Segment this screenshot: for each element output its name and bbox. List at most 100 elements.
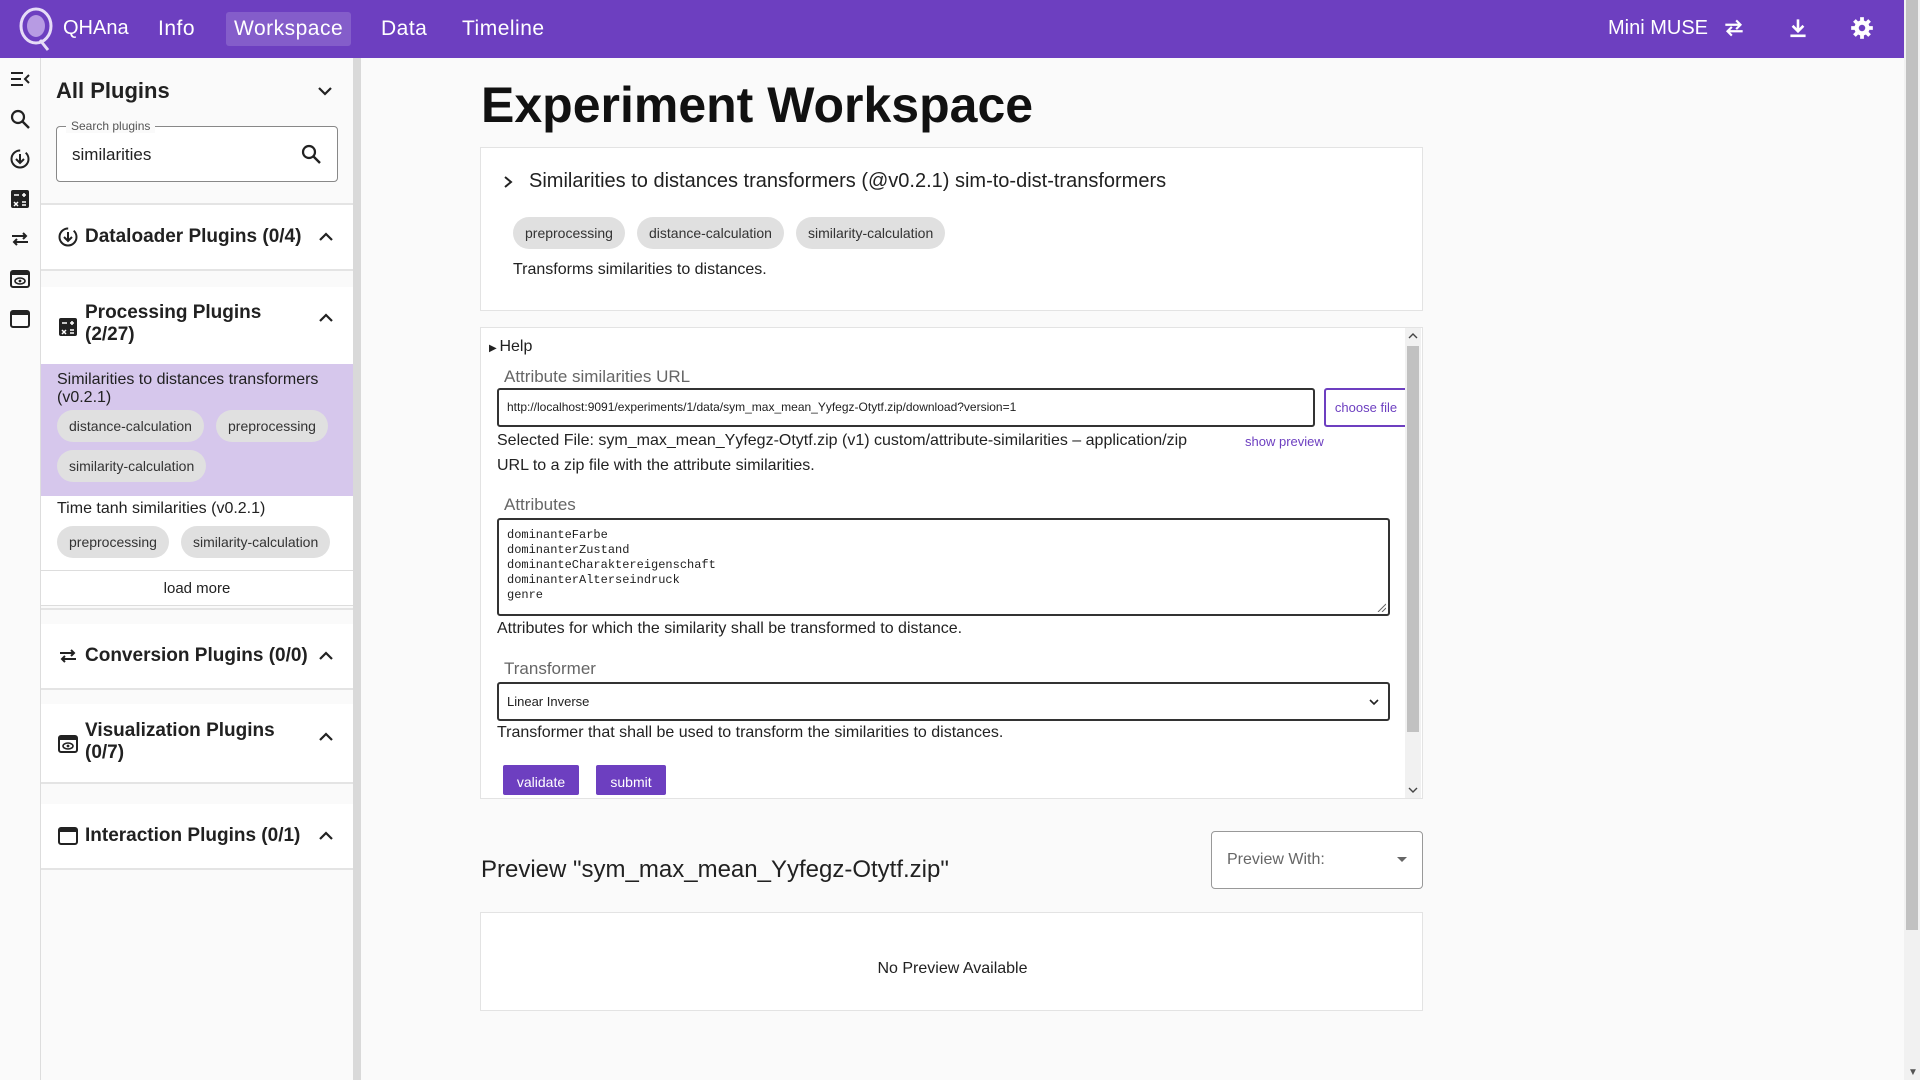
divider — [41, 269, 353, 271]
triangle-right-icon: ▶ — [489, 343, 500, 354]
preview-card: No Preview Available — [480, 912, 1423, 1011]
show-preview-link[interactable]: show preview — [1245, 434, 1324, 449]
tag-chip[interactable]: preprocessing — [513, 217, 625, 249]
preview-select-label: Preview With: — [1227, 851, 1325, 868]
transformer-selected-value: Linear Inverse — [507, 694, 590, 709]
tag-chip[interactable]: similarity-calculation — [181, 526, 331, 558]
dataloader-icon[interactable] — [9, 148, 31, 170]
page-scrollbar-thumb[interactable] — [1906, 0, 1918, 930]
search-field-legend: Search plugins — [66, 119, 156, 133]
plugin-description: Transforms similarities to distances. — [513, 261, 767, 278]
validate-button[interactable]: validate — [503, 765, 579, 795]
plugin-title[interactable]: Similarities to distances transformers (… — [529, 170, 1166, 193]
workspace-name: Mini MUSE — [1608, 17, 1709, 39]
chevron-up-icon[interactable] — [317, 228, 335, 246]
transformer-select[interactable]: Linear Inverse — [497, 682, 1390, 721]
plugin-name: Similarities to distances transformers (… — [57, 371, 319, 406]
sidebar-title: All Plugins — [56, 78, 170, 103]
dataloader-icon — [58, 227, 78, 247]
preview-with-select[interactable]: Preview With: — [1211, 831, 1423, 889]
section-interaction[interactable]: Interaction Plugins (0/1) — [41, 804, 353, 868]
interaction-icon[interactable] — [9, 308, 31, 330]
brand-name[interactable]: QHAna — [63, 17, 129, 40]
textarea-line: dominanteFarbe — [507, 528, 608, 542]
plugin-item-time-tanh[interactable]: Time tanh similarities (v0.2.1) preproce… — [41, 496, 353, 570]
divider — [41, 868, 353, 870]
textarea-line: dominanterZustand — [507, 543, 630, 557]
form-scrollbar-thumb[interactable] — [1407, 346, 1419, 732]
swap-workspace-icon[interactable] — [1721, 15, 1747, 41]
divider — [41, 782, 353, 784]
attribute-similarities-url-input[interactable]: http://localhost:9091/experiments/1/data… — [497, 388, 1315, 427]
transformer-help-text: Transformer that shall be used to transf… — [497, 724, 1004, 741]
resize-grip-icon[interactable] — [1376, 602, 1386, 612]
section-processing[interactable]: Processing Plugins (2/27) — [41, 287, 353, 364]
plugin-search-field[interactable]: Search plugins similarities — [56, 119, 338, 182]
attributes-field-label: Attributes — [504, 495, 576, 514]
plugin-item-sim-to-dist[interactable]: Similarities to distances transformers (… — [41, 364, 353, 496]
chevron-up-icon[interactable] — [317, 309, 335, 327]
load-more-button[interactable]: load more — [41, 570, 353, 606]
tag-chip[interactable]: preprocessing — [216, 410, 328, 442]
scroll-down-arrow-icon[interactable] — [1408, 785, 1418, 795]
search-icon[interactable] — [300, 143, 322, 165]
divider — [41, 608, 353, 610]
tag-chip[interactable]: distance-calculation — [57, 410, 204, 442]
chevron-up-icon[interactable] — [317, 728, 335, 746]
transformer-field-label: Transformer — [504, 659, 596, 678]
sidebar-resize-handle[interactable] — [353, 58, 361, 1080]
settings-gear-icon[interactable] — [1849, 15, 1875, 41]
chevron-up-icon[interactable] — [317, 827, 335, 845]
tag-chip[interactable]: similarity-calculation — [57, 450, 207, 482]
url-help-text: URL to a zip file with the attribute sim… — [497, 457, 815, 474]
section-dataloader[interactable]: Dataloader Plugins (0/4) — [41, 205, 353, 269]
tag-chip[interactable]: preprocessing — [57, 526, 169, 558]
page-scrollbar[interactable]: ▼ — [1904, 0, 1920, 1080]
interaction-icon — [58, 827, 78, 845]
attributes-textarea[interactable]: dominanteFarbe dominanterZustand dominan… — [497, 518, 1390, 616]
plugin-header-card: Similarities to distances transformers (… — [480, 147, 1423, 311]
chevron-up-icon[interactable] — [317, 647, 335, 665]
chevron-down-icon — [1369, 699, 1379, 706]
download-icon[interactable] — [1785, 15, 1811, 41]
section-label: Dataloader Plugins (0/4) — [85, 226, 302, 247]
form-scrollbar[interactable] — [1405, 328, 1421, 798]
submit-button[interactable]: submit — [596, 765, 666, 795]
tab-data[interactable]: Data — [373, 12, 435, 46]
scroll-up-arrow-icon[interactable] — [1408, 331, 1418, 341]
tag-chip[interactable]: similarity-calculation — [796, 217, 946, 249]
processing-icon[interactable] — [9, 188, 31, 210]
tab-info[interactable]: Info — [150, 12, 203, 46]
chevron-right-icon[interactable] — [500, 174, 516, 190]
visualization-icon — [58, 735, 78, 753]
conversion-icon — [60, 649, 76, 663]
textarea-line: dominanteCharaktereigenschaft — [507, 558, 716, 572]
help-toggle[interactable]: ▶ Help — [489, 338, 532, 356]
search-icon[interactable] — [9, 108, 31, 130]
side-icon-rail — [0, 58, 41, 1080]
divider — [41, 688, 353, 690]
plugin-sidebar: All Plugins Search plugins similarities … — [41, 58, 353, 1080]
section-conversion[interactable]: Conversion Plugins (0/0) — [41, 624, 353, 688]
chevron-down-icon[interactable] — [316, 82, 334, 100]
preview-title: Preview "sym_max_mean_Yyfegz-Otytf.zip" — [481, 856, 949, 883]
selected-file-info: Selected File: sym_max_mean_Yyfegz-Otytf… — [497, 432, 1188, 449]
tab-timeline[interactable]: Timeline — [454, 12, 553, 46]
section-visualization[interactable]: Visualization Plugins (0/7) — [41, 704, 353, 782]
dropdown-arrow-icon — [1397, 857, 1407, 862]
qhana-logo-icon[interactable] — [18, 6, 56, 52]
section-label: Conversion Plugins (0/0) — [85, 645, 308, 666]
search-input[interactable]: similarities — [72, 145, 151, 165]
section-label: Visualization Plugins (0/7) — [85, 720, 275, 763]
visualization-icon[interactable] — [9, 268, 31, 290]
textarea-line: genre — [507, 588, 544, 602]
conversion-icon[interactable] — [9, 228, 31, 250]
tab-workspace[interactable]: Workspace — [226, 12, 352, 46]
plugin-name: Time tanh similarities (v0.2.1) — [57, 500, 266, 517]
page-title: Experiment Workspace — [481, 77, 1034, 133]
collapse-menu-icon[interactable] — [9, 68, 31, 90]
plugin-form-frame: ▶ Help Attribute similarities URL http:/… — [480, 327, 1423, 799]
tag-chip[interactable]: distance-calculation — [637, 217, 784, 249]
scroll-down-arrow-icon[interactable]: ▼ — [1908, 1067, 1918, 1078]
choose-file-button[interactable]: choose file — [1324, 388, 1408, 427]
